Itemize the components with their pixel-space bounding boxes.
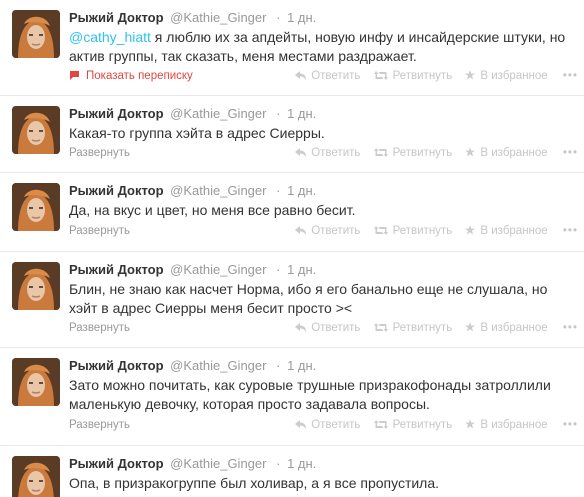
more-button[interactable]: ••• [563, 147, 578, 159]
separator-dot: · [276, 262, 281, 277]
reply-icon [295, 148, 307, 157]
star-icon [465, 70, 476, 80]
star-icon [465, 419, 476, 429]
retweet-button[interactable]: Ретвитнуть [373, 223, 452, 239]
tweet[interactable]: Рыжий Доктор @Kathie_Ginger · 1 дн. @cat… [0, 0, 584, 96]
tweet-footer: Развернуть Ответить Ретвитнуть В избранн… [69, 223, 578, 239]
mention-link[interactable]: @cathy_hiatt [69, 29, 151, 45]
tweet-text: @cathy_hiatt я люблю их за апдейты, нову… [69, 28, 578, 66]
tweet-timestamp[interactable]: 1 дн. [287, 183, 316, 198]
tweet-footer: Развернуть Ответить Ретвитнуть В избранн… [69, 417, 578, 433]
avatar[interactable] [12, 456, 60, 497]
favorite-button[interactable]: В избранное [465, 417, 548, 433]
retweet-icon [373, 226, 388, 235]
tweet[interactable]: Рыжий Доктор @Kathie_Ginger · 1 дн. Кака… [0, 96, 584, 173]
avatar[interactable] [12, 358, 60, 406]
reply-icon [295, 71, 307, 80]
avatar[interactable] [12, 10, 60, 58]
avatar[interactable] [12, 106, 60, 154]
retweet-button[interactable]: Ретвитнуть [373, 417, 452, 433]
tweet-username[interactable]: @Kathie_Ginger [170, 456, 266, 471]
star-icon [465, 225, 476, 235]
tweet-fullname[interactable]: Рыжий Доктор [69, 456, 164, 471]
tweet-actions: Ответить Ретвитнуть В избранное ••• [285, 145, 578, 161]
retweet-icon [373, 71, 388, 80]
tweet-timestamp[interactable]: 1 дн. [287, 262, 316, 277]
retweet-icon [373, 148, 388, 157]
reply-button[interactable]: Ответить [295, 145, 360, 161]
tweet-username[interactable]: @Kathie_Ginger [170, 106, 266, 121]
favorite-button[interactable]: В избранное [465, 145, 548, 161]
separator-dot: · [276, 10, 281, 25]
separator-dot: · [276, 106, 281, 121]
reply-button[interactable]: Ответить [295, 68, 360, 84]
favorite-button[interactable]: В избранное [465, 223, 548, 239]
avatar[interactable] [12, 262, 60, 310]
more-button[interactable]: ••• [563, 70, 578, 82]
tweet-fullname[interactable]: Рыжий Доктор [69, 10, 164, 25]
reply-button[interactable]: Ответить [295, 320, 360, 336]
tweet-fullname[interactable]: Рыжий Доктор [69, 106, 164, 121]
tweet-text: Опа, в призракогруппе был холивар, а я в… [69, 475, 440, 491]
tweet[interactable]: Рыжий Доктор @Kathie_Ginger · 1 дн. Зато… [0, 348, 584, 446]
tweet-footer: Развернуть Ответить Ретвитнуть В избранн… [69, 320, 578, 336]
tweet-actions: Ответить Ретвитнуть В избранное ••• [285, 223, 578, 239]
tweet-feed: Рыжий Доктор @Kathie_Ginger · 1 дн. @cat… [0, 0, 584, 497]
more-button[interactable]: ••• [563, 225, 578, 237]
tweet-text: Блин, не знаю как насчет Норма, ибо я ег… [69, 281, 548, 316]
tweet-timestamp[interactable]: 1 дн. [287, 456, 316, 471]
separator-dot: · [276, 183, 281, 198]
expand-link[interactable]: Развернуть [69, 225, 130, 237]
tweet-fullname[interactable]: Рыжий Доктор [69, 183, 164, 198]
more-button[interactable]: ••• [563, 322, 578, 334]
tweet-username[interactable]: @Kathie_Ginger [170, 262, 266, 277]
conversation-icon [70, 71, 79, 80]
tweet-footer: Показать переписку Ответить Ретвитнуть В… [69, 68, 578, 84]
star-icon [465, 322, 476, 332]
more-button[interactable]: ••• [563, 419, 578, 431]
show-conversation-label: Показать переписку [86, 70, 193, 82]
reply-icon [295, 323, 307, 332]
retweet-button[interactable]: Ретвитнуть [373, 68, 452, 84]
tweet-username[interactable]: @Kathie_Ginger [170, 358, 266, 373]
retweet-icon [373, 323, 388, 332]
star-icon [465, 147, 476, 157]
retweet-button[interactable]: Ретвитнуть [373, 320, 452, 336]
retweet-button[interactable]: Ретвитнуть [373, 145, 452, 161]
tweet-footer: Развернуть Ответить Ретвитнуть В избранн… [69, 145, 578, 161]
favorite-button[interactable]: В избранное [465, 320, 548, 336]
tweet-timestamp[interactable]: 1 дн. [287, 10, 316, 25]
tweet[interactable]: Рыжий Доктор @Kathie_Ginger · 1 дн. Опа,… [0, 446, 584, 497]
tweet-username[interactable]: @Kathie_Ginger [170, 10, 266, 25]
favorite-button[interactable]: В избранное [465, 68, 548, 84]
separator-dot: · [276, 358, 281, 373]
tweet-actions: Ответить Ретвитнуть В избранное ••• [285, 417, 578, 433]
separator-dot: · [276, 456, 281, 471]
tweet[interactable]: Рыжий Доктор @Kathie_Ginger · 1 дн. Блин… [0, 252, 584, 348]
reply-icon [295, 420, 307, 429]
tweet-text: Да, на вкус и цвет, но меня все равно бе… [69, 202, 356, 218]
tweet-text: Какая-то группа хэйта в адрес Сиерры. [69, 125, 325, 141]
tweet-actions: Ответить Ретвитнуть В избранное ••• [285, 68, 578, 84]
tweet-fullname[interactable]: Рыжий Доктор [69, 262, 164, 277]
reply-icon [295, 226, 307, 235]
retweet-icon [373, 420, 388, 429]
tweet[interactable]: Рыжий Доктор @Kathie_Ginger · 1 дн. Да, … [0, 173, 584, 252]
tweet-text: Зато можно почитать, как суровые трушные… [69, 377, 551, 412]
expand-link[interactable]: Развернуть [69, 322, 130, 334]
tweet-timestamp[interactable]: 1 дн. [287, 106, 316, 121]
reply-button[interactable]: Ответить [295, 223, 360, 239]
avatar[interactable] [12, 183, 60, 231]
tweet-username[interactable]: @Kathie_Ginger [170, 183, 266, 198]
tweet-actions: Ответить Ретвитнуть В избранное ••• [285, 320, 578, 336]
tweet-fullname[interactable]: Рыжий Доктор [69, 358, 164, 373]
expand-link[interactable]: Развернуть [69, 419, 130, 431]
expand-link[interactable]: Развернуть [69, 147, 130, 159]
tweet-timestamp[interactable]: 1 дн. [287, 358, 316, 373]
show-conversation-link[interactable]: Показать переписку [69, 70, 193, 82]
reply-button[interactable]: Ответить [295, 417, 360, 433]
